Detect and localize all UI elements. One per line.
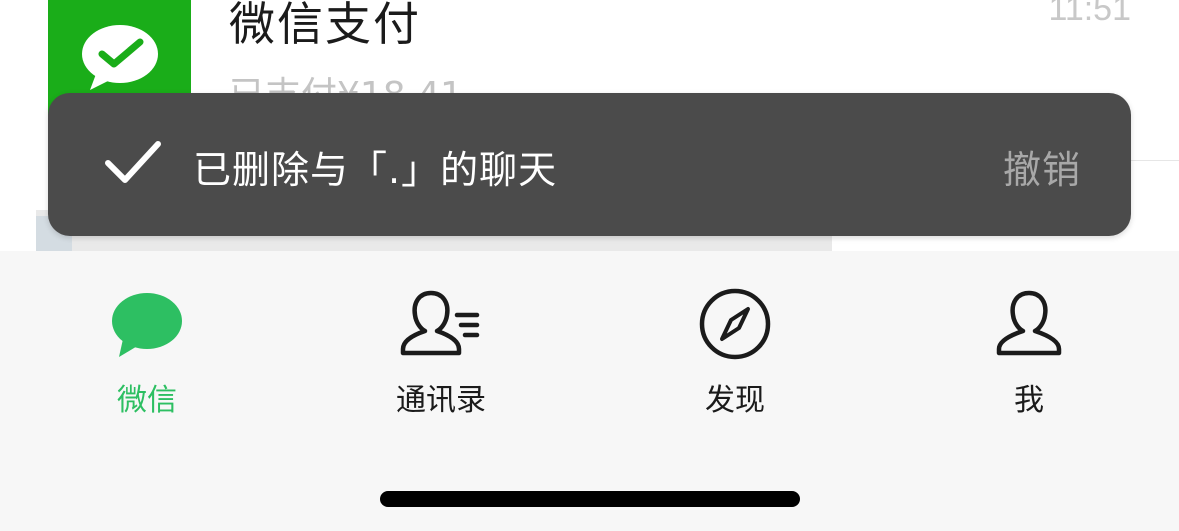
person-icon [996,290,1062,356]
home-indicator[interactable] [380,491,800,507]
tab-chats[interactable]: 微信 [0,251,294,431]
tab-bar: 微信 通讯录 发现 我 [0,251,1179,531]
toast-message: 已删除与「.」的聊天 [193,148,558,192]
tab-label: 发现 [705,383,765,418]
deleted-chat-toast: 已删除与「.」的聊天 撤销 [48,93,1131,236]
wechat-pay-icon [82,25,158,90]
tab-me[interactable]: 我 [882,251,1176,431]
tab-contacts[interactable]: 通讯录 [294,251,588,431]
contacts-icon [400,290,480,356]
tab-label: 我 [1014,383,1044,418]
undo-button[interactable]: 撤销 [1003,139,1081,194]
checkmark-icon [105,141,161,183]
tab-label: 微信 [117,383,177,418]
compass-icon [699,288,771,360]
tab-discover[interactable]: 发现 [588,251,882,431]
tab-label: 通讯录 [396,383,486,418]
chat-title: 微信支付 [229,0,421,51]
chat-bubble-icon [112,293,182,357]
chat-time: 11:51 [1048,0,1131,28]
